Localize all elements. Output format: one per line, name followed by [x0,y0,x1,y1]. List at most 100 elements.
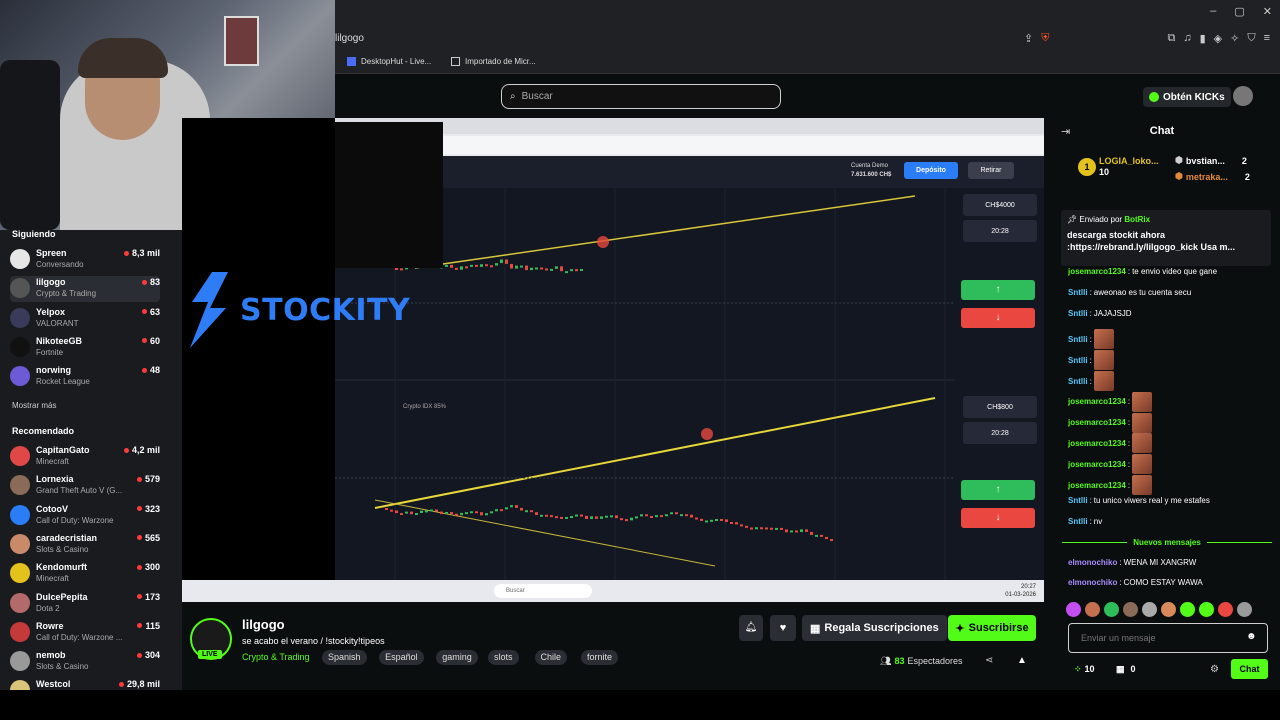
sidebar-item-nemob[interactable]: nemob Slots & Casino 304 [10,649,160,675]
search-bar[interactable]: ⌕ Buscar [501,84,781,109]
emoji-icon[interactable]: ☻ [1246,631,1257,642]
chat-username[interactable]: elmonochiko [1068,578,1117,587]
sidebar-item-cotoov[interactable]: CotooV Call of Duty: Warzone 323 [10,503,160,529]
vpn-icon[interactable]: ⛉ [1247,32,1255,45]
chat-username[interactable]: Sntlli [1068,496,1088,505]
emote-icon[interactable] [1104,602,1119,617]
bookmarks-bar: DesktopHut - Live... Importado de Micr..… [335,52,1280,74]
chat-username[interactable]: josemarco1234 [1068,397,1126,406]
candle [475,264,478,267]
follow-button[interactable]: ♥ [770,615,796,641]
tag-chip[interactable]: slots [488,650,519,665]
chat-username[interactable]: Sntlli [1068,288,1088,297]
tag-chip[interactable]: Spanish [322,650,367,665]
candle [795,530,798,533]
chat-username[interactable]: josemarco1234 [1068,481,1126,490]
sidebar-item-caradecristian[interactable]: caradecristian Slots & Casino 565 [10,532,160,558]
share-icon[interactable]: ⋖ [985,655,993,666]
chat-username[interactable]: Sntlli [1068,377,1088,386]
emote-icon [1093,350,1114,371]
candle [780,527,783,530]
candle [570,516,573,519]
chat-username[interactable]: josemarco1234 [1068,418,1126,427]
candle [450,511,453,514]
sidebar-item-nikoteegb[interactable]: NikoteeGB Fortnite 60 [10,335,160,361]
emote-icon[interactable] [1237,602,1252,617]
report-icon[interactable]: ▲ [1017,655,1027,666]
tag-chip[interactable]: fornite [581,650,619,665]
candle [815,534,818,537]
candle [655,515,658,518]
chat-username[interactable]: Sntlli [1068,335,1088,344]
chat-username[interactable]: josemarco1234 [1068,439,1126,448]
bookmark-folder-imported[interactable]: Importado de Micr... [451,57,536,66]
gift-subs-button[interactable]: ▦ Regala Suscripciones [802,615,947,641]
stream-category[interactable]: Crypto & Trading [242,652,310,662]
media-icon[interactable]: ♫ [1183,32,1191,45]
candle [500,259,503,264]
leo-icon[interactable]: ✧ [1230,32,1239,45]
chat-text: te envio video que gane [1132,267,1218,276]
wallet-icon[interactable]: ◈ [1214,32,1222,45]
emote-icon[interactable] [1199,602,1214,617]
sidebar-item-lornexia[interactable]: Lornexia Grand Theft Auto V (G... 579 [10,473,160,499]
chat-input[interactable] [1068,623,1268,653]
share-page-icon[interactable]: ⇪ [1024,32,1033,45]
chat-username[interactable]: josemarco1234 [1068,460,1126,469]
get-kicks-button[interactable]: Obtén KICKs [1143,87,1231,107]
emote-icon[interactable] [1180,602,1195,617]
user-avatar[interactable] [1233,86,1253,106]
menu-icon[interactable]: ≡ [1264,32,1270,45]
address-bar[interactable]: lilgogo ⇪ ⛨ ⧉ ♫ ▮ ◈ ✧ ⛉ ≡ [335,28,1280,52]
candle [830,539,833,542]
sidebar-item-dulcepepita[interactable]: DulcePepita Dota 2 173 [10,591,160,617]
tag-chip[interactable]: Chile [534,650,568,665]
subscribe-button[interactable]: ✦ Suscribirse [948,615,1036,641]
candle [570,269,573,272]
tag-chip[interactable]: Español [379,650,424,665]
chat-message: Sntlli: [1068,371,1114,391]
emote-icon[interactable] [1142,602,1157,617]
chat-panel: ⇥ Chat 1 LOGIA_loko... 10 ⬢ bvstian... 2… [1044,118,1280,690]
channel-name[interactable]: lilgogo [242,617,285,632]
emote-icon[interactable] [1085,602,1100,617]
send-chat-button[interactable]: Chat [1231,659,1268,679]
sidebar-item-spreen[interactable]: Spreen Conversando 8,3 mil [10,247,160,273]
close-window-button[interactable]: ✕ [1263,5,1272,18]
extensions-icon[interactable]: ⧉ [1167,32,1175,45]
candle [530,510,533,513]
candle [560,266,563,272]
notifications-button[interactable]: 🔔︎ [739,615,763,641]
pinned-message[interactable]: 📌︎ Enviado por BotRix descarga stockit a… [1061,210,1271,266]
chat-settings-icon[interactable]: ⚙ [1210,664,1219,675]
chat-username[interactable]: elmonochiko [1068,558,1117,567]
badge-icon: ⬢ [1175,171,1183,181]
chat-username[interactable]: Sntlli [1068,309,1088,318]
maximize-button[interactable]: ▢ [1234,5,1244,18]
sidebar-icon[interactable]: ▮ [1200,32,1206,45]
chat-username[interactable]: Sntlli [1068,356,1088,365]
emote-icon[interactable] [1123,602,1138,617]
show-more-link[interactable]: Mostrar más [12,401,56,410]
candle [485,264,488,267]
sidebar-item-yelpox[interactable]: Yelpox VALORANT 63 [10,306,160,332]
bookmark-desktophut[interactable]: DesktopHut - Live... [347,57,431,66]
chat-username[interactable]: Sntlli [1068,517,1088,526]
emote-icon[interactable] [1218,602,1233,617]
sidebar-item-kendomurft[interactable]: Kendomurft Minecraft 300 [10,561,160,587]
search-input[interactable]: Buscar [522,91,553,102]
kicks-balance[interactable]: ⁘ 10 [1074,664,1095,675]
minimize-button[interactable]: – [1210,5,1216,18]
video-player[interactable]: Cuenta Demo 7.631.600 CH$ Depósito Retir… [182,118,1044,602]
gifts-balance[interactable]: ▦ 0 [1116,664,1136,675]
sidebar-item-capitangato[interactable]: CapitanGato Minecraft 4,2 mil [10,444,160,470]
sidebar-item-lilgogo[interactable]: lilgogo Crypto & Trading 83 [10,276,160,303]
sidebar-item-rowre[interactable]: Rowre Call of Duty: Warzone ... 115 [10,620,160,646]
candle [640,514,643,517]
brave-shield-icon[interactable]: ⛨ [1041,32,1049,45]
chat-username[interactable]: josemarco1234 [1068,267,1126,276]
tag-chip[interactable]: gaming [436,650,478,665]
emote-icon[interactable] [1066,602,1081,617]
sidebar-item-norwing[interactable]: norwing Rocket League 48 [10,364,160,390]
emote-icon[interactable] [1161,602,1176,617]
